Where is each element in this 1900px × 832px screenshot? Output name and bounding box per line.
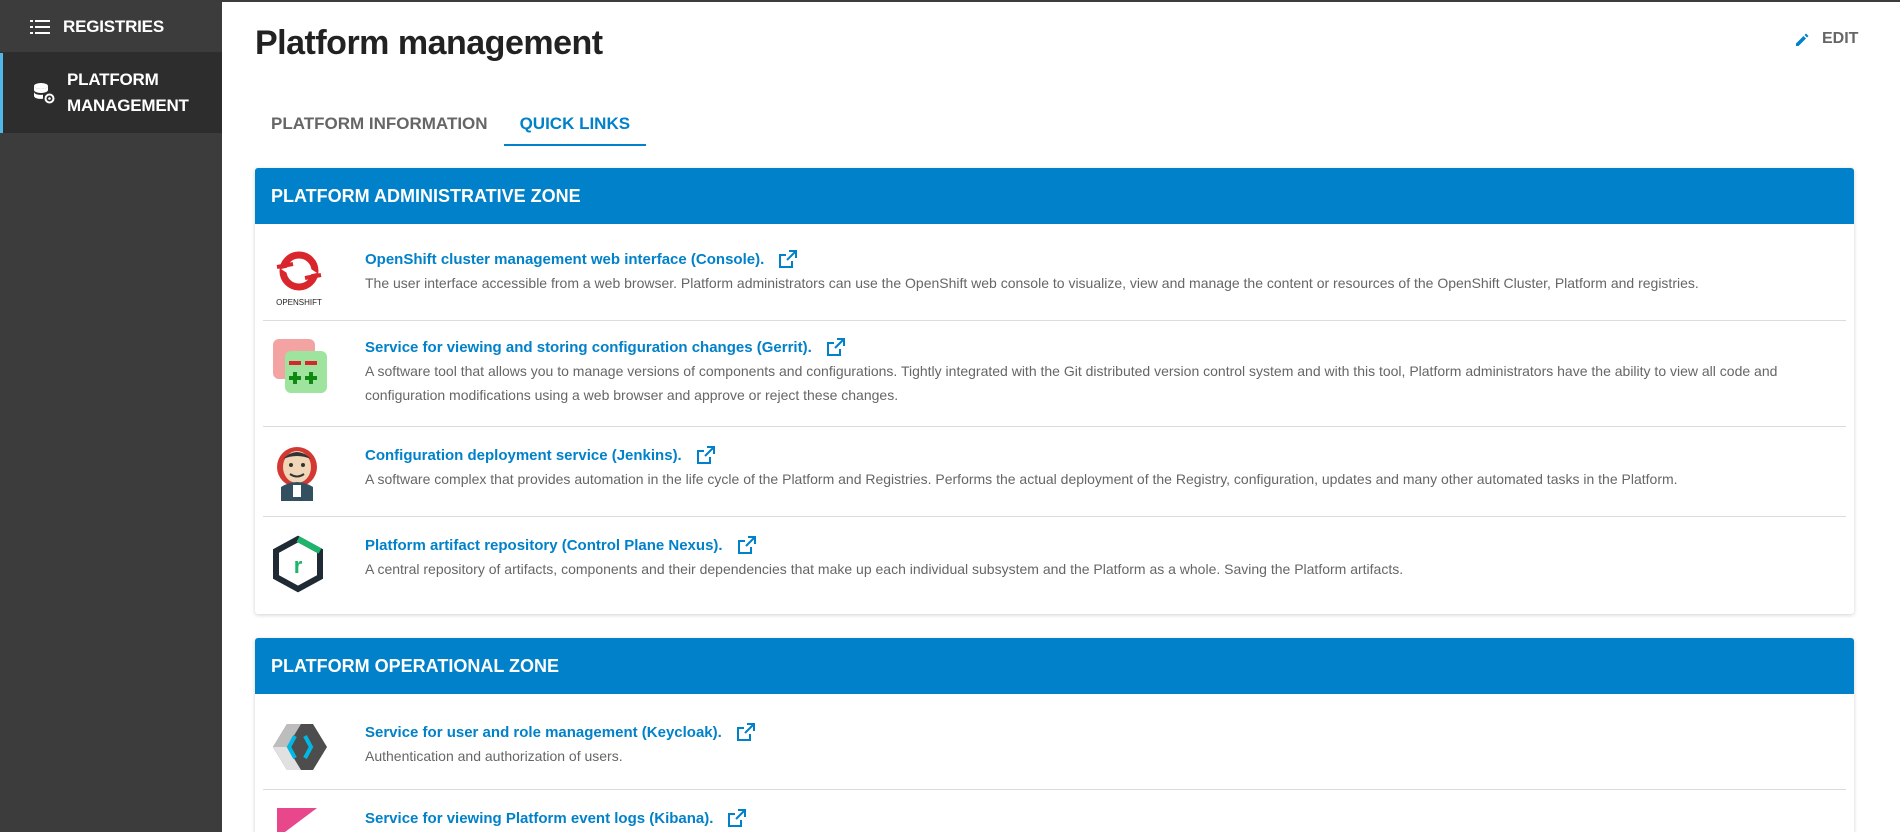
database-gear-icon [33,82,55,104]
tab-quick-links[interactable]: QUICK LINKS [503,106,647,146]
gerrit-link[interactable]: Service for viewing and storing configur… [365,337,846,357]
list-item: Configuration deployment service (Jenkin… [263,427,1846,517]
edit-label: EDIT [1822,30,1859,47]
link-description: A central repository of artifacts, compo… [365,561,1404,577]
external-link-icon[interactable] [696,445,716,465]
link-title: OpenShift cluster management web interfa… [365,250,765,268]
list-item: r Platform artifact repository (Control … [263,517,1846,614]
jenkins-logo [263,445,365,503]
administrative-zone-card: PLATFORM ADMINISTRATIVE ZONE OPENSHIFT O… [255,168,1854,614]
link-title: Service for viewing and storing configur… [365,338,812,356]
sidebar: REGISTRIES PLATFORM MANAGEMENT [0,2,222,832]
openshift-logo: OPENSHIFT [263,249,365,309]
nexus-logo: r [263,535,365,593]
sidebar-item-registries[interactable]: REGISTRIES [0,2,222,53]
zone-header: PLATFORM OPERATIONAL ZONE [255,638,1854,694]
operational-zone-card: PLATFORM OPERATIONAL ZONE Service for us… [255,638,1854,832]
jenkins-link[interactable]: Configuration deployment service (Jenkin… [365,445,716,465]
external-link-icon[interactable] [736,722,756,742]
link-description: The user interface accessible from a web… [365,275,1699,291]
list-item: Service for user and role management (Ke… [263,694,1846,790]
page-title: Platform management [255,24,603,62]
top-border [0,0,1900,2]
link-title: Configuration deployment service (Jenkin… [365,446,682,464]
link-title: Platform artifact repository (Control Pl… [365,536,723,554]
svg-text:OPENSHIFT: OPENSHIFT [276,298,322,307]
tab-platform-information[interactable]: PLATFORM INFORMATION [255,106,504,146]
link-description: A software tool that allows you to manag… [365,363,1778,403]
external-link-icon[interactable] [826,337,846,357]
list-icon [29,16,51,38]
link-title: Service for user and role management (Ke… [365,723,722,741]
sidebar-item-label: REGISTRIES [63,17,164,36]
openshift-console-link[interactable]: OpenShift cluster management web interfa… [365,249,798,269]
keycloak-link[interactable]: Service for user and role management (Ke… [365,722,756,742]
pencil-icon [1795,32,1810,47]
kibana-logo [263,808,365,832]
sidebar-item-platform-management[interactable]: PLATFORM MANAGEMENT [0,53,222,133]
list-item: Service for viewing and storing configur… [263,321,1846,427]
link-description: A software complex that provides automat… [365,471,1678,487]
external-link-icon[interactable] [737,535,757,555]
edit-button[interactable]: EDIT [1795,30,1858,48]
link-description: Authentication and authorization of user… [365,748,623,764]
nexus-link[interactable]: Platform artifact repository (Control Pl… [365,535,757,555]
external-link-icon[interactable] [727,808,747,828]
svg-text:r: r [294,553,303,578]
list-item: OPENSHIFT OpenShift cluster management w… [263,224,1846,321]
keycloak-logo [263,722,365,772]
gerrit-logo [263,337,365,395]
zone-header: PLATFORM ADMINISTRATIVE ZONE [255,168,1854,224]
tabs: PLATFORM INFORMATION QUICK LINKS [255,106,647,146]
kibana-link[interactable]: Service for viewing Platform event logs … [365,808,747,828]
link-title: Service for viewing Platform event logs … [365,809,714,827]
sidebar-item-label: PLATFORM MANAGEMENT [67,70,189,115]
external-link-icon[interactable] [778,249,798,269]
list-item: Service for viewing Platform event logs … [263,790,1846,832]
